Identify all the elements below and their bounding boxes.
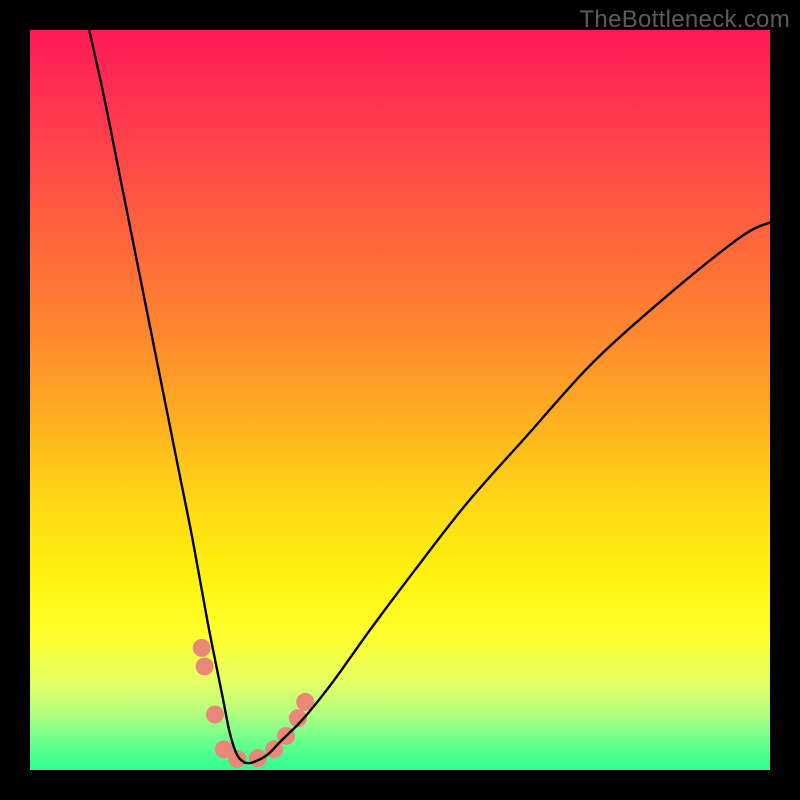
bottleneck-curve-right [245, 222, 770, 763]
curves-layer [30, 30, 770, 770]
trough-dot [196, 657, 214, 675]
bottleneck-curve-left [89, 30, 244, 763]
trough-dot [206, 706, 224, 724]
trough-dots [193, 639, 315, 768]
chart-frame: TheBottleneck.com [0, 0, 800, 800]
watermark-text: TheBottleneck.com [579, 6, 790, 34]
trough-dot [193, 639, 211, 657]
plot-area [30, 30, 770, 770]
